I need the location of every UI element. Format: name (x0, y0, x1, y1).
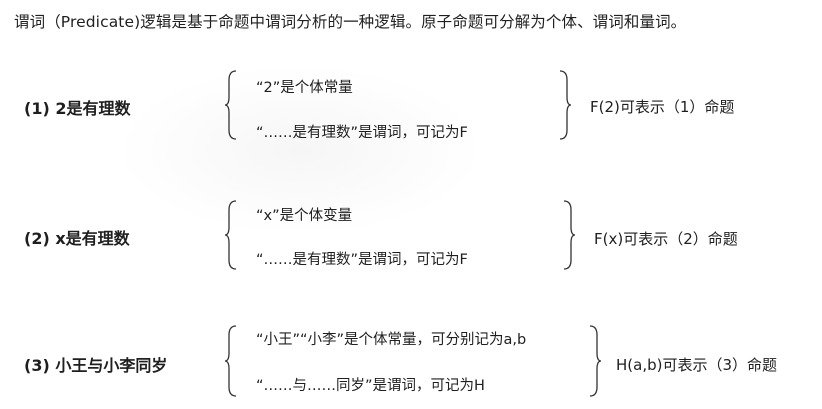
slide: 谓词（Predicate)逻辑是基于命题中谓词分析的一种逻辑。原子命题可分解为个… (0, 0, 822, 409)
example-2-left-brace (224, 200, 237, 270)
example-2-label: (2) x是有理数 (24, 229, 130, 248)
example-2-line-1: “x”是个体变量 (256, 208, 353, 224)
example-2-right-brace (563, 200, 576, 270)
example-1-result: F(2)可表示（1）命题 (590, 98, 735, 116)
example-2-result: F(x)可表示（2）命题 (594, 230, 738, 248)
example-1-right-brace (559, 70, 572, 140)
example-1-left-brace (224, 70, 237, 140)
example-3-line-1: “小王”“小李”是个体常量，可分别记为a,b (256, 332, 527, 348)
example-3-result: H(a,b)可表示（3）命题 (616, 356, 778, 374)
example-3-line-2: “……与……同岁”是谓词，可记为H (256, 378, 485, 394)
example-3-label: (3) 小王与小李同岁 (24, 356, 168, 375)
example-3-right-brace (589, 325, 602, 397)
example-1-label: (1) 2是有理数 (24, 99, 131, 118)
intro-text: 谓词（Predicate)逻辑是基于命题中谓词分析的一种逻辑。原子命题可分解为个… (14, 13, 687, 31)
example-3-left-brace (224, 325, 237, 397)
example-1-line-2: “……是有理数”是谓词，可记为F (256, 125, 468, 141)
example-2-line-2: “……是有理数”是谓词，可记为F (256, 252, 468, 268)
example-1-line-1: “2”是个体常量 (256, 80, 353, 96)
